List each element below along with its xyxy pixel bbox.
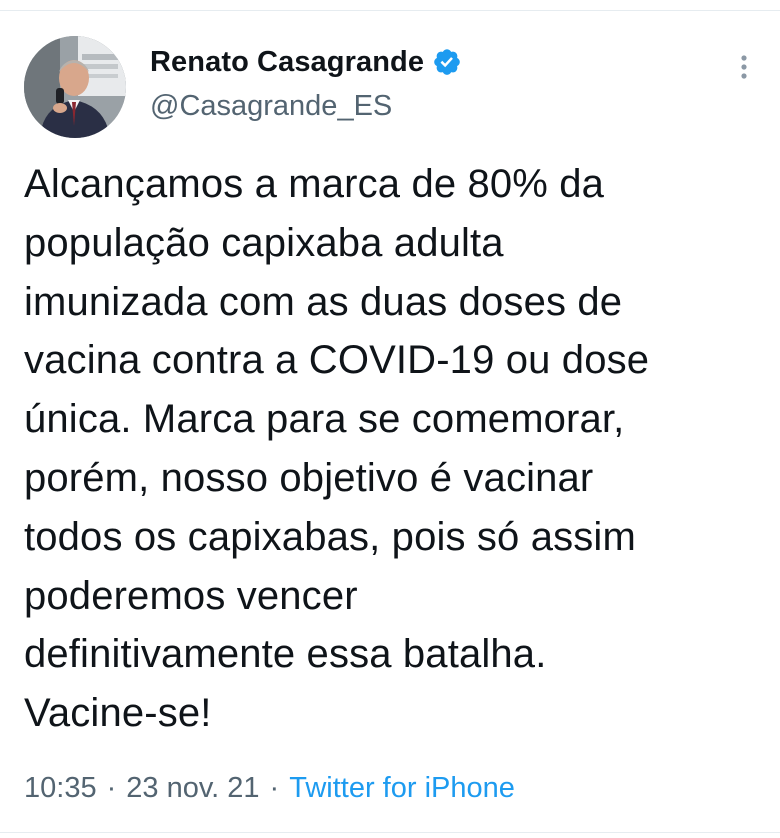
verified-badge-icon: [432, 47, 462, 77]
tweet-meta: 10:35 · 23 nov. 21 · Twitter for iPhone: [24, 772, 515, 805]
tweet-header: Renato Casagrande @Casagrande_ES: [24, 36, 764, 140]
display-name[interactable]: Renato Casagrande: [150, 46, 424, 79]
tweet-text: Alcançamos a marca de 80% da população c…: [24, 162, 650, 736]
avatar-image: [24, 36, 126, 138]
tweet-time[interactable]: 10:35: [24, 772, 97, 804]
display-name-row: Renato Casagrande: [150, 42, 462, 82]
top-divider: [0, 10, 780, 11]
meta-separator: ·: [269, 772, 280, 804]
avatar[interactable]: [24, 36, 126, 138]
meta-separator: ·: [106, 772, 117, 804]
tweet-source-link[interactable]: Twitter for iPhone: [289, 772, 515, 804]
author-names: Renato Casagrande @Casagrande_ES: [150, 42, 462, 123]
bottom-divider: [0, 832, 780, 833]
more-vertical-icon[interactable]: [732, 52, 756, 82]
handle[interactable]: @Casagrande_ES: [150, 90, 462, 123]
tweet-date[interactable]: 23 nov. 21: [126, 772, 259, 804]
